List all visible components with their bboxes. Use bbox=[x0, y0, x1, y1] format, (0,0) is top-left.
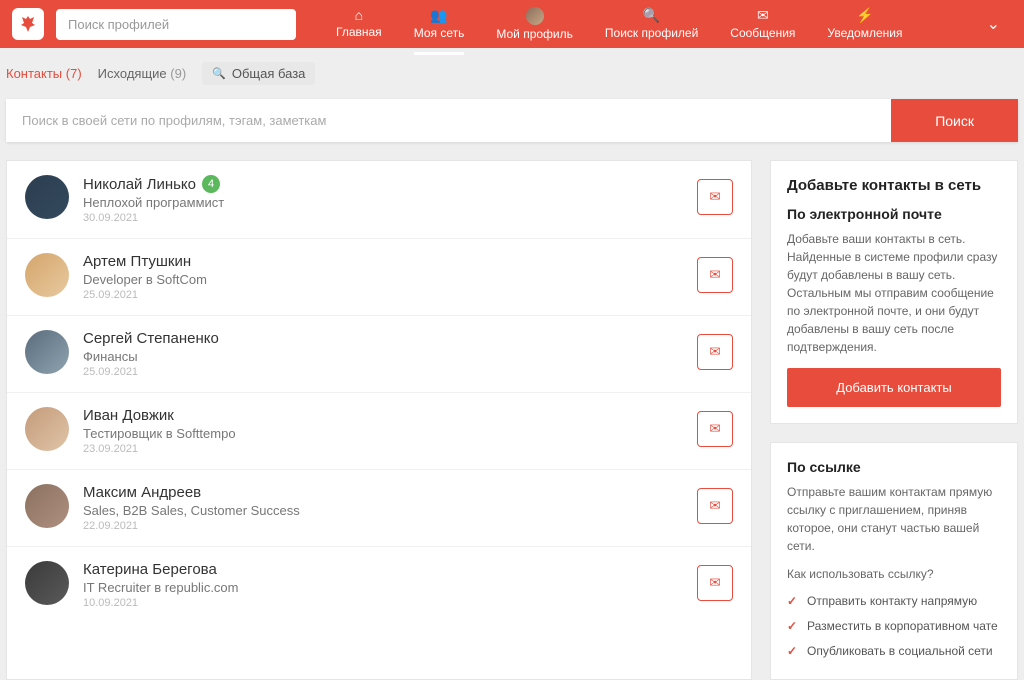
nav-label: Моя сеть bbox=[414, 26, 465, 40]
contact-row[interactable]: Артем Птушкин Developer в SoftCom 25.09.… bbox=[7, 239, 751, 316]
link-usage-list: Отправить контакту напрямую Разместить в… bbox=[787, 589, 1001, 663]
contact-row[interactable]: Максим Андреев Sales, B2B Sales, Custome… bbox=[7, 470, 751, 547]
subtabs: Контакты (7) Исходящие (9) 🔍Общая база bbox=[0, 48, 1024, 99]
tab-contacts[interactable]: Контакты (7) bbox=[6, 66, 82, 81]
contact-row[interactable]: Катерина Берегова IT Recruiter в republi… bbox=[7, 547, 751, 623]
nav-label: Сообщения bbox=[730, 26, 795, 40]
search-button[interactable]: Поиск bbox=[891, 99, 1018, 142]
people-icon: 👥 bbox=[414, 7, 465, 24]
list-item: Опубликовать в социальной сети bbox=[787, 639, 1001, 664]
add-contacts-button[interactable]: Добавить контакты bbox=[787, 368, 1001, 407]
list-item: Отправить контакту напрямую bbox=[787, 589, 1001, 614]
nav-label: Мой профиль bbox=[496, 27, 573, 41]
nav-messages[interactable]: ✉ Сообщения bbox=[714, 3, 811, 45]
nav-network[interactable]: 👥 Моя сеть bbox=[398, 3, 481, 45]
network-search-bar: Поиск bbox=[6, 99, 1018, 142]
contact-name: Артем Птушкин bbox=[83, 253, 191, 270]
contact-title: Неплохой программист bbox=[83, 195, 697, 210]
tab-outgoing[interactable]: Исходящие (9) bbox=[98, 66, 186, 81]
contact-name: Николай Линько bbox=[83, 176, 196, 193]
count-badge: 4 bbox=[202, 175, 220, 193]
main-nav: ⌂ Главная 👥 Моя сеть Мой профиль 🔍 Поиск пр… bbox=[320, 3, 975, 45]
avatar-icon bbox=[526, 7, 544, 25]
message-button[interactable]: ✉ bbox=[697, 411, 733, 447]
email-heading: По электронной почте bbox=[787, 206, 1001, 222]
avatar bbox=[25, 175, 69, 219]
contact-title: Developer в SoftCom bbox=[83, 272, 697, 287]
avatar bbox=[25, 484, 69, 528]
avatar bbox=[25, 330, 69, 374]
message-button[interactable]: ✉ bbox=[697, 565, 733, 601]
nav-label: Поиск профилей bbox=[605, 26, 698, 40]
nav-notifications[interactable]: ⚡ Уведомления bbox=[811, 3, 918, 45]
contact-name: Иван Довжик bbox=[83, 407, 174, 424]
home-icon: ⌂ bbox=[336, 7, 382, 23]
nav-label: Уведомления bbox=[827, 26, 902, 40]
avatar bbox=[25, 253, 69, 297]
nav-label: Главная bbox=[336, 25, 382, 39]
list-item: Разместить в корпоративном чате bbox=[787, 614, 1001, 639]
mail-icon: ✉ bbox=[709, 344, 720, 360]
search-icon: 🔍 bbox=[605, 7, 698, 24]
expand-menu[interactable]: ⌄ bbox=[975, 14, 1012, 34]
contact-date: 25.09.2021 bbox=[83, 366, 697, 378]
mail-icon: ✉ bbox=[730, 7, 795, 24]
link-heading: По ссылке bbox=[787, 459, 1001, 475]
email-text: Добавьте ваши контакты в сеть. Найденные… bbox=[787, 230, 1001, 356]
nav-search[interactable]: 🔍 Поиск профилей bbox=[589, 3, 714, 45]
chevron-down-icon: ⌄ bbox=[987, 16, 1000, 33]
search-icon: 🔍 bbox=[212, 67, 226, 80]
add-contacts-panel: Добавьте контакты в сеть По электронной … bbox=[770, 160, 1018, 424]
bolt-icon: ⚡ bbox=[827, 7, 902, 24]
contact-row[interactable]: Иван Довжик Тестировщик в Softtempo 23.0… bbox=[7, 393, 751, 470]
network-search-input[interactable] bbox=[6, 99, 891, 142]
global-search-input[interactable] bbox=[56, 9, 296, 40]
message-button[interactable]: ✉ bbox=[697, 257, 733, 293]
mail-icon: ✉ bbox=[709, 575, 720, 591]
message-button[interactable]: ✉ bbox=[697, 179, 733, 215]
avatar bbox=[25, 407, 69, 451]
contact-title: Sales, B2B Sales, Customer Success bbox=[83, 503, 697, 518]
contact-title: Финансы bbox=[83, 349, 697, 364]
contacts-list: Николай Линько 4 Неплохой программист 30.… bbox=[6, 160, 752, 680]
mail-icon: ✉ bbox=[709, 189, 720, 205]
nav-profile[interactable]: Мой профиль bbox=[480, 3, 589, 45]
panel-title: Добавьте контакты в сеть bbox=[787, 177, 1001, 194]
link-question: Как использовать ссылку? bbox=[787, 567, 1001, 581]
sidebar: Добавьте контакты в сеть По электронной … bbox=[770, 160, 1018, 680]
mail-icon: ✉ bbox=[709, 421, 720, 437]
link-panel: По ссылке Отправьте вашим контактам прям… bbox=[770, 442, 1018, 680]
contact-name: Сергей Степаненко bbox=[83, 330, 219, 347]
contact-name: Катерина Берегова bbox=[83, 561, 217, 578]
logo[interactable] bbox=[12, 8, 44, 40]
contact-date: 30.09.2021 bbox=[83, 212, 697, 224]
nav-home[interactable]: ⌂ Главная bbox=[320, 3, 398, 45]
message-button[interactable]: ✉ bbox=[697, 334, 733, 370]
contact-title: Тестировщик в Softtempo bbox=[83, 426, 697, 441]
contact-title: IT Recruiter в republic.com bbox=[83, 580, 697, 595]
mail-icon: ✉ bbox=[709, 267, 720, 283]
contact-date: 10.09.2021 bbox=[83, 597, 697, 609]
topbar: ⌂ Главная 👥 Моя сеть Мой профиль 🔍 Поиск пр… bbox=[0, 0, 1024, 48]
contact-date: 25.09.2021 bbox=[83, 289, 697, 301]
message-button[interactable]: ✉ bbox=[697, 488, 733, 524]
contact-row[interactable]: Сергей Степаненко Финансы 25.09.2021 ✉ bbox=[7, 316, 751, 393]
contact-date: 23.09.2021 bbox=[83, 443, 697, 455]
contact-row[interactable]: Николай Линько 4 Неплохой программист 30.… bbox=[7, 161, 751, 239]
link-text: Отправьте вашим контактам прямую ссылку … bbox=[787, 483, 1001, 555]
contact-name: Максим Андреев bbox=[83, 484, 201, 501]
avatar bbox=[25, 561, 69, 605]
mail-icon: ✉ bbox=[709, 498, 720, 514]
tab-global-db[interactable]: 🔍Общая база bbox=[202, 62, 315, 85]
contact-date: 22.09.2021 bbox=[83, 520, 697, 532]
